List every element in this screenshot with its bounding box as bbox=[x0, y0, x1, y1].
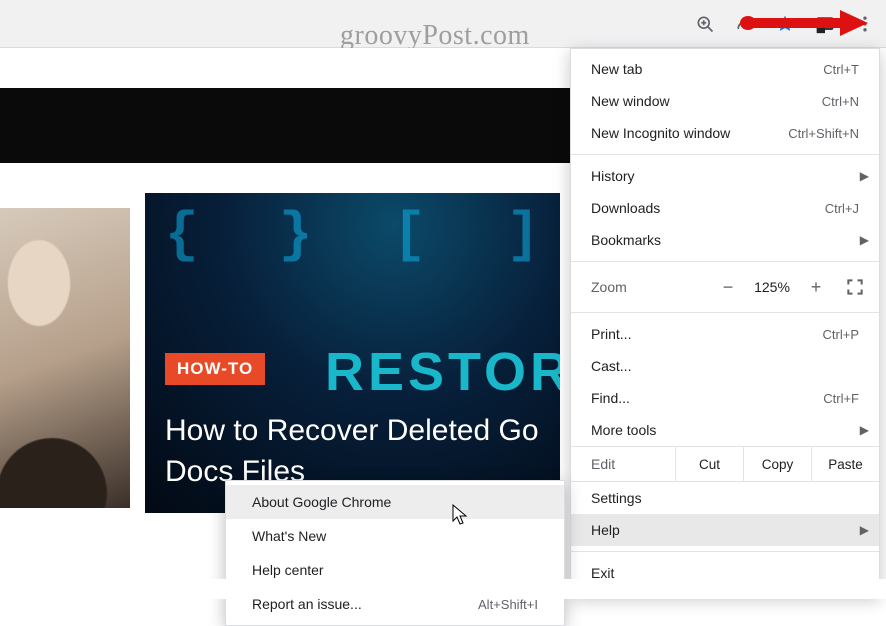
menu-separator bbox=[571, 261, 879, 262]
menu-find[interactable]: Find... Ctrl+F bbox=[571, 382, 879, 414]
menu-label: More tools bbox=[591, 422, 859, 438]
chrome-main-menu: New tab Ctrl+T New window Ctrl+N New Inc… bbox=[570, 48, 880, 596]
menu-separator bbox=[571, 312, 879, 313]
menu-help[interactable]: Help ▶ bbox=[571, 514, 879, 546]
menu-label: Find... bbox=[591, 390, 823, 406]
menu-shortcut: Ctrl+J bbox=[825, 201, 859, 216]
menu-label: Settings bbox=[591, 490, 859, 506]
menu-shortcut: Ctrl+Shift+N bbox=[788, 126, 859, 141]
menu-shortcut: Ctrl+F bbox=[823, 391, 859, 406]
more-vert-icon[interactable] bbox=[854, 13, 876, 35]
zoom-controls: − 125% + bbox=[715, 277, 829, 298]
menu-downloads[interactable]: Downloads Ctrl+J bbox=[571, 192, 879, 224]
chevron-right-icon: ▶ bbox=[860, 423, 869, 437]
menu-label: Help bbox=[591, 522, 859, 538]
toolbar-icon-group bbox=[694, 10, 876, 38]
menu-more-tools[interactable]: More tools ▶ bbox=[571, 414, 879, 446]
menu-shortcut: Ctrl+P bbox=[823, 327, 859, 342]
edit-label: Edit bbox=[591, 456, 675, 472]
menu-separator bbox=[571, 551, 879, 552]
menu-zoom-row: Zoom − 125% + bbox=[571, 267, 879, 307]
menu-label: What's New bbox=[252, 528, 538, 544]
help-submenu: About Google Chrome What's New Help cent… bbox=[225, 480, 565, 626]
menu-label: Downloads bbox=[591, 200, 825, 216]
zoom-icon[interactable] bbox=[694, 13, 716, 35]
chevron-right-icon: ▶ bbox=[860, 169, 869, 183]
menu-new-incognito[interactable]: New Incognito window Ctrl+Shift+N bbox=[571, 117, 879, 149]
chevron-right-icon: ▶ bbox=[860, 233, 869, 247]
decorative-braces: {}[] bbox=[165, 203, 540, 283]
menu-shortcut: Ctrl+T bbox=[823, 62, 859, 77]
fullscreen-icon[interactable] bbox=[845, 277, 865, 297]
menu-bookmarks[interactable]: Bookmarks ▶ bbox=[571, 224, 879, 256]
menu-label: History bbox=[591, 168, 859, 184]
chevron-right-icon: ▶ bbox=[860, 523, 869, 537]
menu-separator bbox=[571, 154, 879, 155]
browser-toolbar: groovyPost.com bbox=[0, 0, 886, 48]
menu-label: Cast... bbox=[591, 358, 859, 374]
menu-label: New window bbox=[591, 93, 822, 109]
restore-graphic-text: RESTOR bbox=[325, 341, 560, 403]
zoom-label: Zoom bbox=[591, 279, 715, 295]
share-icon[interactable] bbox=[734, 13, 756, 35]
submenu-whats-new[interactable]: What's New bbox=[226, 519, 564, 553]
bookmark-star-icon[interactable] bbox=[774, 13, 796, 35]
article-thumbnail-person bbox=[0, 208, 130, 508]
submenu-about-chrome[interactable]: About Google Chrome bbox=[226, 485, 564, 519]
menu-edit-row: Edit Cut Copy Paste bbox=[571, 446, 879, 482]
menu-settings[interactable]: Settings bbox=[571, 482, 879, 514]
zoom-in-button[interactable]: + bbox=[803, 277, 829, 298]
menu-label: New tab bbox=[591, 61, 823, 77]
menu-label: About Google Chrome bbox=[252, 494, 538, 510]
category-badge: HOW-TO bbox=[165, 353, 265, 385]
menu-new-tab[interactable]: New tab Ctrl+T bbox=[571, 53, 879, 85]
menu-label: Print... bbox=[591, 326, 823, 342]
menu-shortcut: Ctrl+N bbox=[822, 94, 859, 109]
menu-label: Help center bbox=[252, 562, 538, 578]
edit-copy-button[interactable]: Copy bbox=[743, 447, 811, 481]
article-card[interactable]: {}[] HOW-TO RESTOR How to Recover Delete… bbox=[145, 193, 560, 513]
menu-print[interactable]: Print... Ctrl+P bbox=[571, 318, 879, 350]
menu-new-window[interactable]: New window Ctrl+N bbox=[571, 85, 879, 117]
cast-rect-icon[interactable] bbox=[814, 13, 836, 35]
bottom-padding bbox=[0, 579, 886, 599]
edit-paste-button[interactable]: Paste bbox=[811, 447, 879, 481]
menu-label: New Incognito window bbox=[591, 125, 788, 141]
menu-cast[interactable]: Cast... bbox=[571, 350, 879, 382]
edit-cut-button[interactable]: Cut bbox=[675, 447, 743, 481]
menu-label: Bookmarks bbox=[591, 232, 859, 248]
zoom-value: 125% bbox=[747, 279, 797, 295]
zoom-out-button[interactable]: − bbox=[715, 277, 741, 298]
menu-history[interactable]: History ▶ bbox=[571, 160, 879, 192]
